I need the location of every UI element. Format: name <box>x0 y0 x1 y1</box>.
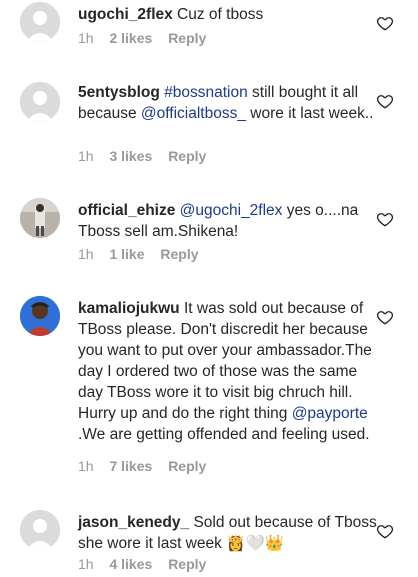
comment-body: Cuz of tboss <box>172 6 264 23</box>
comment-meta: 1h 3 likes Reply <box>78 148 218 164</box>
comment-item: ugochi_2flex Cuz of tboss 1h 2 likes Rep… <box>0 0 418 60</box>
mention-link[interactable]: @ugochi_2flex <box>180 202 283 219</box>
comment-item: 5entysblog #bossnation still bought it a… <box>0 78 418 178</box>
comment-item: jason_kenedy_ Sold out because of Tboss … <box>0 508 418 577</box>
comment-text: official_ehize @ugochi_2flex yes o....na… <box>78 202 359 240</box>
reply-button[interactable]: Reply <box>168 148 206 164</box>
mention-link[interactable]: @payporte <box>292 405 368 422</box>
heart-outline-icon[interactable] <box>376 14 394 32</box>
emoji-group: 👸🤍👑 <box>226 535 285 552</box>
comment-meta: 1h 2 likes Reply <box>78 30 218 46</box>
comment-meta: 1h 4 likes Reply <box>78 556 218 572</box>
heart-outline-icon[interactable] <box>376 92 394 110</box>
comment-text: 5entysblog #bossnation still bought it a… <box>78 84 374 122</box>
comment-likes[interactable]: 2 likes <box>109 30 152 46</box>
comment-item: kamaliojukwu It was sold out because of … <box>0 294 418 484</box>
hashtag-link[interactable]: #bossnation <box>164 84 248 101</box>
comment-meta: 1h 1 like Reply <box>78 246 211 262</box>
comment-time: 1h <box>78 458 94 474</box>
comment-username[interactable]: kamaliojukwu <box>78 300 180 317</box>
comment-likes[interactable]: 7 likes <box>109 458 152 474</box>
heart-outline-icon[interactable] <box>376 308 394 326</box>
comment-time: 1h <box>78 246 94 262</box>
avatar[interactable] <box>20 296 60 336</box>
comment-likes[interactable]: 3 likes <box>109 148 152 164</box>
comment-meta: 1h 7 likes Reply <box>78 458 218 474</box>
reply-button[interactable]: Reply <box>168 556 206 572</box>
comment-time: 1h <box>78 30 94 46</box>
avatar[interactable] <box>20 198 60 238</box>
mention-link[interactable]: @officialtboss_ <box>141 105 246 122</box>
heart-outline-icon[interactable] <box>376 210 394 228</box>
comment-username[interactable]: 5entysblog <box>78 84 160 101</box>
comment-likes[interactable]: 1 like <box>109 246 144 262</box>
avatar[interactable] <box>20 2 60 42</box>
comment-username[interactable]: official_ehize <box>78 202 175 219</box>
comment-time: 1h <box>78 556 94 572</box>
comment-item: official_ehize @ugochi_2flex yes o....na… <box>0 196 418 276</box>
avatar[interactable] <box>20 82 60 122</box>
comment-text: jason_kenedy_ Sold out because of Tboss … <box>78 514 377 552</box>
reply-button[interactable]: Reply <box>160 246 198 262</box>
reply-button[interactable]: Reply <box>168 30 206 46</box>
comment-username[interactable]: jason_kenedy_ <box>78 514 189 531</box>
avatar[interactable] <box>20 510 60 550</box>
comment-likes[interactable]: 4 likes <box>109 556 152 572</box>
heart-outline-icon[interactable] <box>376 522 394 540</box>
reply-button[interactable]: Reply <box>168 458 206 474</box>
comment-username[interactable]: ugochi_2flex <box>78 6 173 23</box>
comment-text: kamaliojukwu It was sold out because of … <box>78 300 372 443</box>
comment-time: 1h <box>78 148 94 164</box>
comment-text: ugochi_2flex Cuz of tboss <box>78 4 378 25</box>
